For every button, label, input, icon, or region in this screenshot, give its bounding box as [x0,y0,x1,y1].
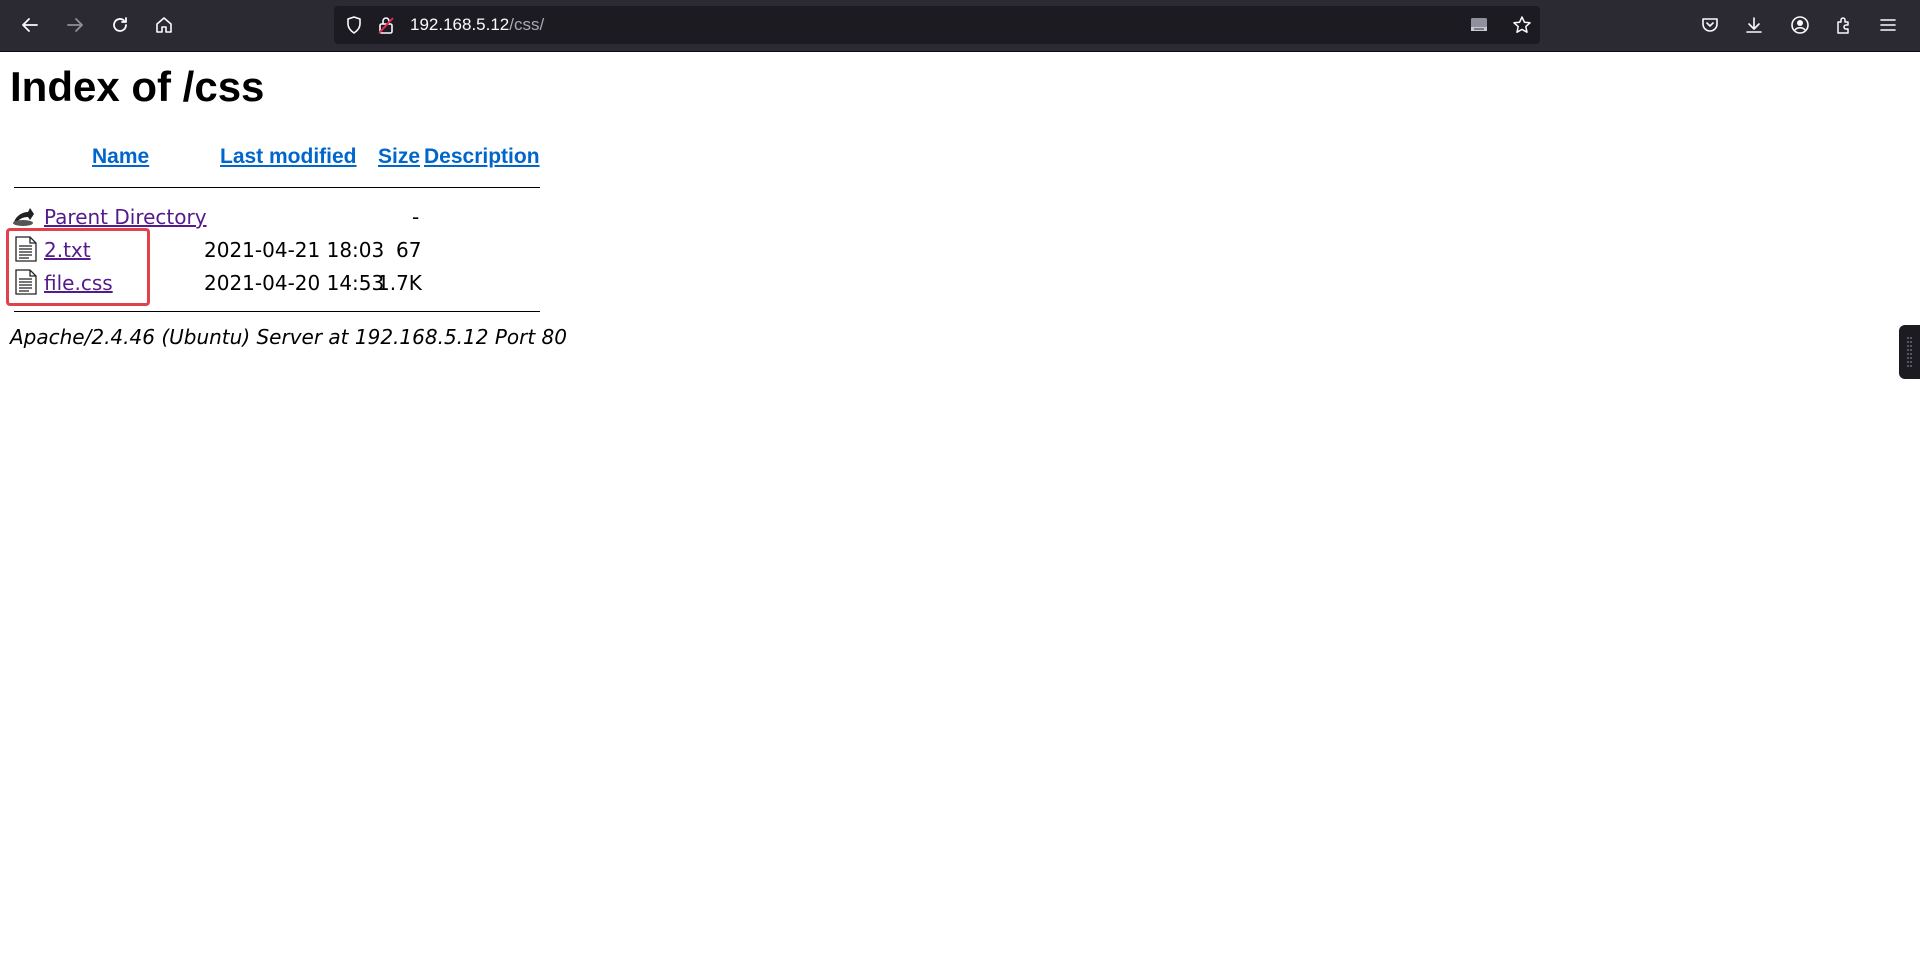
back-icon [22,18,38,32]
reload-icon [113,17,127,32]
url-path: /css/ [509,15,545,34]
page-title: Index of /css [10,63,265,110]
forward-button[interactable] [57,7,93,43]
reload-button[interactable] [102,7,138,43]
url-text[interactable]: 192.168.5.12/css/ [410,15,544,35]
column-header-size[interactable]: Size [378,145,420,169]
forward-icon [67,18,83,32]
file-last-modified: 2021-04-21 18:03 [204,238,385,262]
file-size: 67 [396,238,422,262]
shield-icon[interactable] [344,15,364,35]
home-icon [156,17,172,33]
menu-button[interactable] [1870,7,1906,43]
url-bar[interactable]: 192.168.5.12/css/ [334,6,1540,44]
bookmark-star-icon[interactable] [1512,15,1532,35]
url-host: 192.168.5.12 [410,15,510,34]
column-header-description[interactable]: Description [424,145,540,169]
pocket-icon [1702,18,1718,32]
account-icon [1791,16,1809,34]
column-header-name[interactable]: Name [92,145,149,169]
sidebar-handle[interactable] [1899,325,1920,379]
column-header-last-modified[interactable]: Last modified [220,145,357,169]
footer-divider [14,311,540,312]
parent-directory-link[interactable]: Parent Directory [44,205,207,229]
home-button[interactable] [146,7,182,43]
parent-directory-size: - [412,205,420,229]
header-divider [14,187,540,188]
pocket-button[interactable] [1692,7,1728,43]
extensions-button[interactable] [1826,7,1862,43]
insecure-lock-icon[interactable] [376,15,396,35]
highlight-box [6,228,150,306]
grip-icon [1907,337,1912,367]
extensions-icon [1837,17,1849,34]
menu-icon [1880,19,1896,31]
file-size: 1.7K [377,271,422,295]
browser-toolbar: 192.168.5.12/css/ [0,0,1920,52]
account-button[interactable] [1782,7,1818,43]
back-button[interactable] [12,7,48,43]
server-signature: Apache/2.4.46 (Ubuntu) Server at 192.168… [10,325,568,349]
downloads-button[interactable] [1736,7,1772,43]
downloads-icon [1746,17,1762,33]
parent-directory-icon [13,208,34,226]
reader-view-icon[interactable] [1469,15,1489,35]
file-last-modified: 2021-04-20 14:53 [204,271,385,295]
